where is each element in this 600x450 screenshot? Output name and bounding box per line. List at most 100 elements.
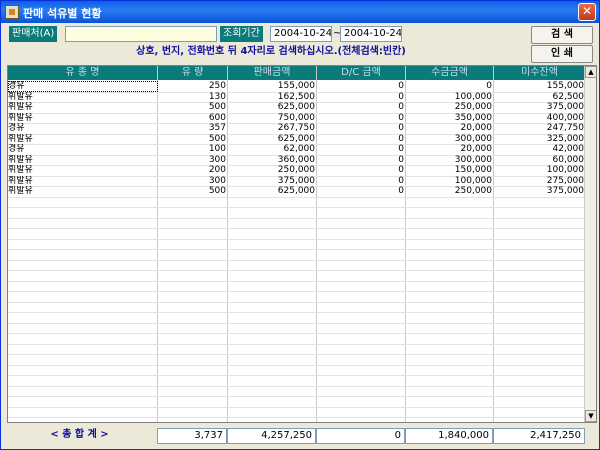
row-divider bbox=[8, 333, 586, 334]
vertical-scrollbar[interactable]: ▲ ▼ bbox=[584, 66, 596, 422]
row-divider bbox=[8, 375, 586, 376]
column-header[interactable]: 판매금액 bbox=[228, 66, 317, 80]
cell-sales-amount[interactable]: 750,000 bbox=[228, 113, 317, 123]
date-from-input[interactable]: 2004-10-24 bbox=[270, 26, 332, 42]
cell-collected-amount[interactable]: 250,000 bbox=[406, 186, 494, 196]
cell-outstanding-balance[interactable]: 375,000 bbox=[494, 186, 586, 196]
seller-input[interactable] bbox=[65, 26, 217, 42]
cell-volume[interactable]: 300 bbox=[158, 155, 228, 165]
cell-volume[interactable]: 100 bbox=[158, 144, 228, 154]
cell-sales-amount[interactable]: 267,750 bbox=[228, 123, 317, 133]
cell-fuel-name[interactable]: 휘발유 bbox=[8, 186, 158, 196]
cell-volume[interactable]: 300 bbox=[158, 176, 228, 186]
row-divider bbox=[8, 196, 586, 198]
cell-fuel-name[interactable]: 휘발유 bbox=[8, 155, 158, 165]
scroll-down-icon[interactable]: ▼ bbox=[585, 410, 596, 422]
cell-fuel-name[interactable]: 휘발유 bbox=[8, 92, 158, 102]
cell-volume[interactable]: 600 bbox=[158, 113, 228, 123]
cell-collected-amount[interactable]: 100,000 bbox=[406, 176, 494, 186]
cell-outstanding-balance[interactable]: 325,000 bbox=[494, 134, 586, 144]
total-dc: 0 bbox=[316, 428, 405, 444]
cell-dc-amount[interactable]: 0 bbox=[317, 113, 406, 123]
search-button[interactable]: 검 색 bbox=[531, 26, 593, 44]
cell-fuel-name[interactable]: 휘발유 bbox=[8, 134, 158, 144]
row-divider bbox=[8, 207, 586, 208]
cell-outstanding-balance[interactable]: 100,000 bbox=[494, 165, 586, 175]
column-header[interactable]: D/C 금액 bbox=[317, 66, 406, 80]
selected-cell bbox=[8, 81, 158, 92]
cell-sales-amount[interactable]: 625,000 bbox=[228, 102, 317, 112]
row-divider bbox=[8, 343, 586, 345]
cell-volume[interactable]: 130 bbox=[158, 92, 228, 102]
cell-collected-amount[interactable]: 250,000 bbox=[406, 102, 494, 112]
cell-collected-amount[interactable]: 150,000 bbox=[406, 165, 494, 175]
scroll-up-icon[interactable]: ▲ bbox=[585, 66, 596, 78]
print-button[interactable]: 인 쇄 bbox=[531, 45, 593, 63]
cell-outstanding-balance[interactable]: 60,000 bbox=[494, 155, 586, 165]
column-header[interactable]: 수금금액 bbox=[406, 66, 494, 80]
column-header[interactable]: 유 종 명 bbox=[8, 66, 158, 80]
cell-volume[interactable]: 500 bbox=[158, 134, 228, 144]
row-divider bbox=[8, 406, 586, 408]
cell-fuel-name[interactable]: 경유 bbox=[8, 123, 158, 133]
cell-sales-amount[interactable]: 250,000 bbox=[228, 165, 317, 175]
close-button[interactable]: ✕ bbox=[578, 3, 596, 21]
seller-label: 판매처(A) bbox=[9, 26, 58, 42]
cell-outstanding-balance[interactable]: 375,000 bbox=[494, 102, 586, 112]
row-divider bbox=[8, 259, 586, 261]
cell-volume[interactable]: 250 bbox=[158, 81, 228, 91]
cell-fuel-name[interactable]: 휘발유 bbox=[8, 176, 158, 186]
cell-collected-amount[interactable]: 300,000 bbox=[406, 134, 494, 144]
cell-collected-amount[interactable]: 300,000 bbox=[406, 155, 494, 165]
cell-collected-amount[interactable]: 20,000 bbox=[406, 144, 494, 154]
cell-sales-amount[interactable]: 62,000 bbox=[228, 144, 317, 154]
cell-outstanding-balance[interactable]: 247,750 bbox=[494, 123, 586, 133]
row-divider bbox=[8, 385, 586, 387]
cell-dc-amount[interactable]: 0 bbox=[317, 102, 406, 112]
cell-dc-amount[interactable]: 0 bbox=[317, 155, 406, 165]
cell-volume[interactable]: 357 bbox=[158, 123, 228, 133]
cell-collected-amount[interactable]: 20,000 bbox=[406, 123, 494, 133]
column-header[interactable]: 유 량 bbox=[158, 66, 228, 80]
cell-outstanding-balance[interactable]: 155,000 bbox=[494, 81, 586, 91]
app-icon bbox=[5, 5, 19, 19]
cell-dc-amount[interactable]: 0 bbox=[317, 176, 406, 186]
cell-outstanding-balance[interactable]: 42,000 bbox=[494, 144, 586, 154]
row-divider bbox=[8, 270, 586, 271]
grid-header: 유 종 명 유 량 판매금액 D/C 금액 수금금액 미수잔액 bbox=[8, 66, 586, 80]
cell-sales-amount[interactable]: 625,000 bbox=[228, 186, 317, 196]
cell-volume[interactable]: 500 bbox=[158, 186, 228, 196]
cell-collected-amount[interactable]: 0 bbox=[406, 81, 494, 91]
cell-volume[interactable]: 500 bbox=[158, 102, 228, 112]
date-to-input[interactable]: 2004-10-24 bbox=[340, 26, 402, 42]
cell-dc-amount[interactable]: 0 bbox=[317, 144, 406, 154]
cell-dc-amount[interactable]: 0 bbox=[317, 165, 406, 175]
column-header[interactable]: 미수잔액 bbox=[494, 66, 586, 80]
cell-dc-amount[interactable]: 0 bbox=[317, 81, 406, 91]
cell-sales-amount[interactable]: 155,000 bbox=[228, 81, 317, 91]
cell-outstanding-balance[interactable]: 400,000 bbox=[494, 113, 586, 123]
cell-volume[interactable]: 200 bbox=[158, 165, 228, 175]
cell-sales-amount[interactable]: 625,000 bbox=[228, 134, 317, 144]
cell-dc-amount[interactable]: 0 bbox=[317, 134, 406, 144]
cell-sales-amount[interactable]: 360,000 bbox=[228, 155, 317, 165]
cell-fuel-name[interactable]: 휘발유 bbox=[8, 102, 158, 112]
cell-collected-amount[interactable]: 100,000 bbox=[406, 92, 494, 102]
cell-fuel-name[interactable]: 경유 bbox=[8, 144, 158, 154]
cell-fuel-name[interactable]: 휘발유 bbox=[8, 113, 158, 123]
cell-dc-amount[interactable]: 0 bbox=[317, 186, 406, 196]
cell-sales-amount[interactable]: 162,500 bbox=[228, 92, 317, 102]
cell-outstanding-balance[interactable]: 62,500 bbox=[494, 92, 586, 102]
cell-dc-amount[interactable]: 0 bbox=[317, 123, 406, 133]
cell-collected-amount[interactable]: 350,000 bbox=[406, 113, 494, 123]
cell-outstanding-balance[interactable]: 275,000 bbox=[494, 176, 586, 186]
cell-sales-amount[interactable]: 375,000 bbox=[228, 176, 317, 186]
row-divider bbox=[8, 280, 586, 282]
window-title: 판매 석유별 현황 bbox=[23, 7, 102, 20]
title-bar[interactable]: 판매 석유별 현황 ✕ bbox=[1, 1, 599, 23]
row-divider bbox=[8, 364, 586, 366]
row-divider bbox=[8, 396, 586, 397]
data-grid[interactable]: 유 종 명 유 량 판매금액 D/C 금액 수금금액 미수잔액 경유 250 155… bbox=[7, 65, 597, 423]
cell-dc-amount[interactable]: 0 bbox=[317, 92, 406, 102]
cell-fuel-name[interactable]: 휘발유 bbox=[8, 165, 158, 175]
